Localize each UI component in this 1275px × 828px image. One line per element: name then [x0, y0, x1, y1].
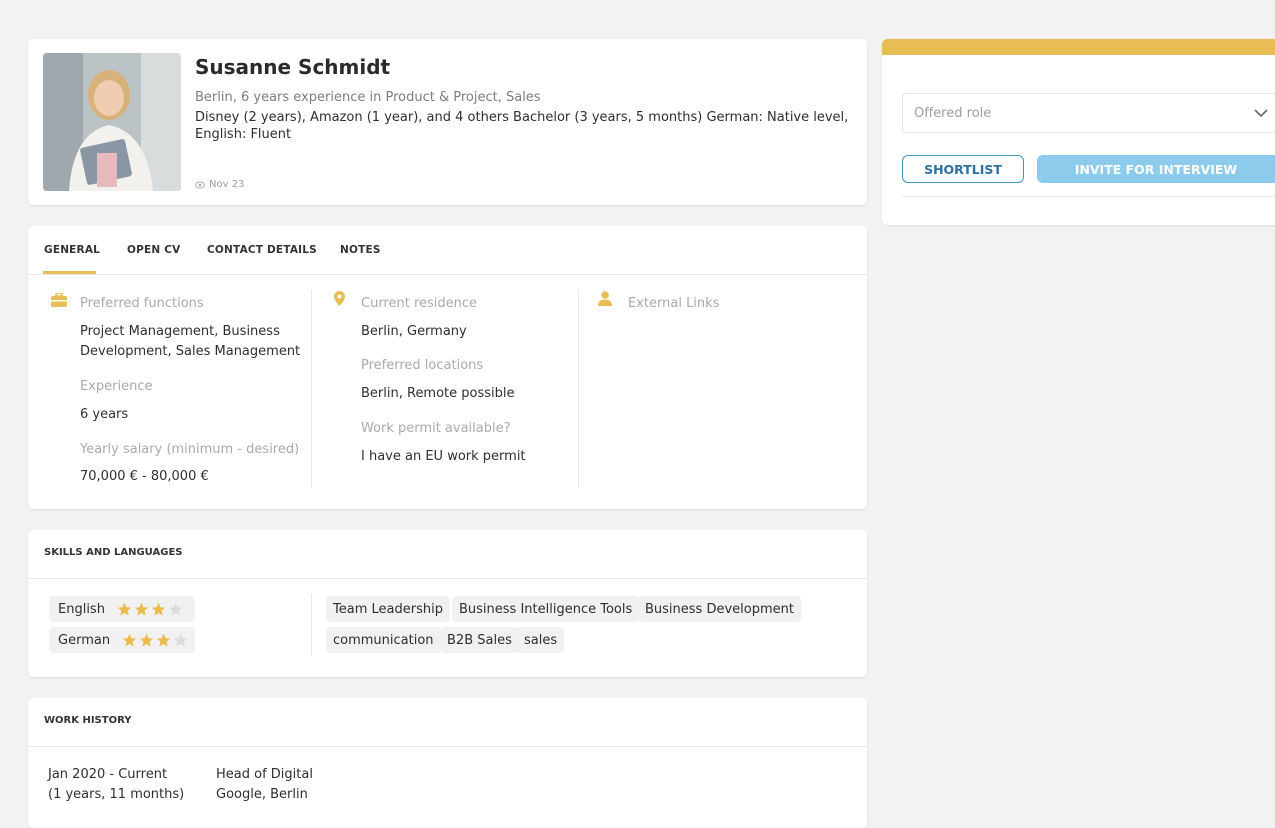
star-filled-icon: [156, 633, 171, 646]
offered-role-placeholder: Offered role: [914, 105, 992, 121]
column-divider: [578, 290, 579, 488]
star-empty-icon: [173, 633, 188, 646]
preferred-locations-label: Preferred locations: [361, 358, 484, 373]
profile-card: Susanne Schmidt Berlin, 6 years experien…: [28, 39, 867, 205]
preferred-functions-line1: Project Management, Business: [80, 324, 280, 339]
work-history-card: WORK HISTORY Jan 2020 - Current (1 years…: [28, 698, 867, 828]
language-name: German: [58, 632, 111, 648]
star-filled-icon: [117, 602, 132, 615]
chevron-down-icon: [1254, 109, 1268, 118]
skill-chip: Business Intelligence Tools: [452, 596, 640, 622]
column-divider: [311, 594, 312, 656]
experience-label: Experience: [80, 379, 153, 394]
current-residence-label: Current residence: [361, 296, 478, 311]
external-links-label: External Links: [628, 296, 720, 311]
rating-stars: [122, 633, 188, 648]
briefcase-icon: [51, 293, 67, 307]
preferred-functions-line2: Development, Sales Management: [80, 344, 301, 359]
candidate-subtitle: Berlin, 6 years experience in Product & …: [195, 90, 541, 105]
panel-accent-bar: [882, 39, 1275, 55]
skill-chip: B2B Sales: [440, 627, 519, 653]
shortlist-button[interactable]: SHORTLIST: [902, 155, 1024, 183]
divider: [902, 196, 1275, 197]
tab-open-cv[interactable]: OPEN CV: [127, 244, 180, 256]
location-pin-icon: [334, 291, 345, 306]
tab-contact-details[interactable]: CONTACT DETAILS: [207, 244, 317, 256]
work-duration: (1 years, 11 months): [48, 787, 185, 802]
candidate-name: Susanne Schmidt: [195, 55, 391, 79]
work-history-title: WORK HISTORY: [44, 715, 132, 726]
offered-role-select[interactable]: Offered role: [902, 93, 1275, 133]
tab-general[interactable]: GENERAL: [44, 244, 100, 256]
invite-for-interview-button[interactable]: INVITE FOR INTERVIEW: [1037, 155, 1275, 183]
salary-label: Yearly salary (minimum - desired): [80, 442, 300, 457]
tab-notes[interactable]: NOTES: [340, 244, 381, 256]
tab-bar: GENERAL OPEN CV CONTACT DETAILS NOTES: [28, 226, 867, 275]
language-pill-german: German: [49, 627, 195, 653]
work-period: Jan 2020 - Current: [48, 767, 168, 782]
eye-icon: [195, 181, 205, 188]
experience-value: 6 years: [80, 407, 129, 422]
language-name: English: [58, 601, 105, 617]
column-divider: [311, 290, 312, 488]
star-filled-icon: [122, 633, 137, 646]
active-tab-indicator: [43, 271, 96, 274]
invite-panel: Offered role SHORTLIST INVITE FOR INTERV…: [882, 39, 1275, 225]
star-filled-icon: [139, 633, 154, 646]
divider: [28, 746, 867, 747]
salary-value: 70,000 € - 80,000 €: [80, 469, 209, 484]
work-company: Google, Berlin: [216, 787, 308, 802]
star-empty-icon: [168, 602, 183, 615]
candidate-description: Disney (2 years), Amazon (1 year), and 4…: [195, 110, 849, 142]
star-filled-icon: [134, 602, 149, 615]
details-card: GENERAL OPEN CV CONTACT DETAILS NOTES Pr…: [28, 226, 867, 509]
skill-chip: Team Leadership: [326, 596, 450, 622]
work-permit-label: Work permit available?: [361, 421, 511, 436]
star-filled-icon: [151, 602, 166, 615]
skill-chip: sales: [517, 627, 565, 653]
skill-chip: Business Development: [638, 596, 801, 622]
preferred-functions-label: Preferred functions: [80, 296, 204, 311]
profile-date-text: Nov 23: [209, 179, 245, 190]
divider: [28, 578, 867, 579]
skills-section-title: SKILLS AND LANGUAGES: [44, 547, 183, 558]
skill-chip: communication: [326, 627, 441, 653]
language-pill-english: English: [49, 596, 195, 622]
current-residence-value: Berlin, Germany: [361, 324, 467, 339]
candidate-photo: [43, 53, 181, 191]
work-role: Head of Digital: [216, 767, 313, 782]
profile-date: Nov 23: [195, 179, 244, 190]
rating-stars: [117, 602, 183, 617]
preferred-locations-value: Berlin, Remote possible: [361, 386, 515, 401]
work-permit-value: I have an EU work permit: [361, 449, 526, 464]
person-icon: [598, 291, 612, 306]
skills-card: SKILLS AND LANGUAGES English German Team…: [28, 530, 867, 677]
